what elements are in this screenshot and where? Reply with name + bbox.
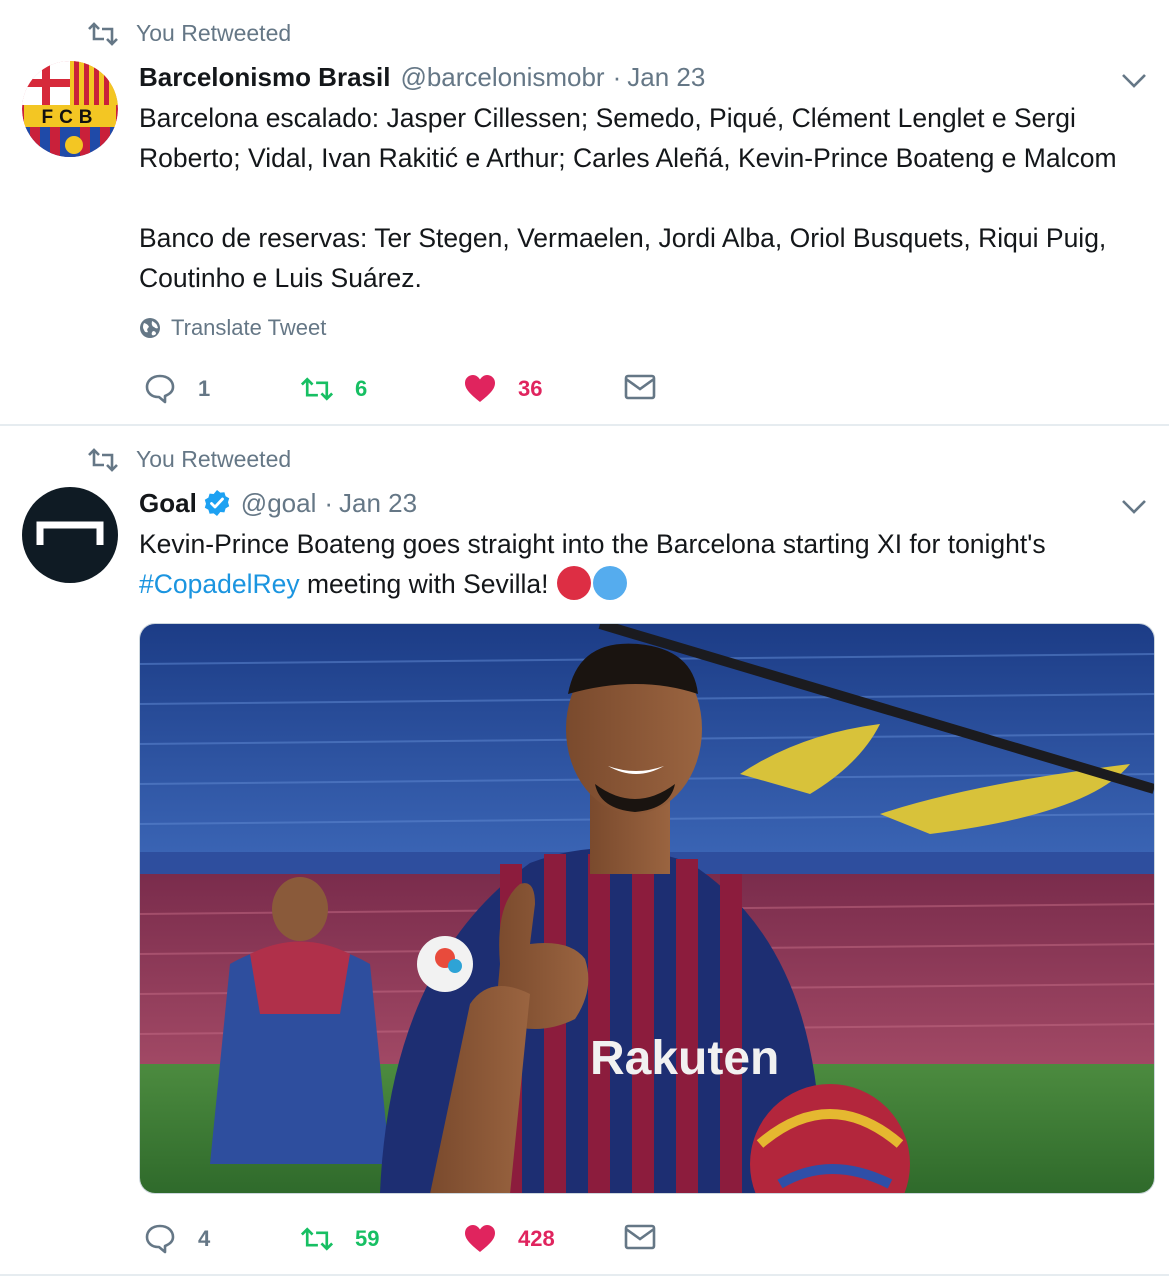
like-count: 428 — [518, 1226, 555, 1251]
display-name[interactable]: Barcelonismo Brasil — [139, 62, 390, 93]
player-thumbs-up-stadium-photo: Rakuten — [140, 624, 1154, 1193]
translate-label: Translate Tweet — [171, 315, 327, 340]
tweet-text: Kevin-Prince Boateng goes straight into … — [139, 524, 1154, 604]
like-count: 36 — [518, 376, 543, 401]
retweet-button[interactable]: 6 — [301, 373, 367, 405]
like-button[interactable]: 36 — [464, 373, 542, 405]
avatar-barcelonismo[interactable]: FCB — [22, 61, 118, 157]
retweet-button[interactable]: 59 — [301, 1223, 379, 1255]
goal-logo-icon — [36, 521, 104, 545]
separator-dot: · — [612, 61, 622, 92]
retweet-context-label: You Retweeted — [136, 446, 292, 472]
tweet-media-photo[interactable]: Rakuten — [139, 623, 1155, 1194]
like-button[interactable]: 428 — [464, 1223, 555, 1255]
display-name[interactable]: Goal — [139, 488, 197, 519]
verified-badge-icon — [204, 490, 229, 516]
retweet-icon — [301, 1227, 333, 1251]
hashtag-link[interactable]: #CopadelRey — [139, 569, 300, 599]
red-circle-icon — [556, 566, 591, 600]
blue-circle-icon — [592, 566, 627, 600]
tweet-header: Barcelonismo Brasil @barcelonismobr · Ja… — [139, 60, 705, 94]
retweet-context-icon — [88, 21, 118, 46]
reply-count: 1 — [198, 376, 211, 401]
reply-button[interactable]: 1 — [144, 373, 210, 405]
reply-icon — [145, 374, 175, 404]
tweet-actions: 4 59 428 — [144, 1223, 664, 1263]
tweet-text-main: Kevin-Prince Boateng goes straight into … — [139, 529, 1046, 559]
retweet-context: You Retweeted — [88, 446, 291, 473]
tweet-actions: 1 6 36 — [144, 373, 664, 413]
reply-button[interactable]: 4 — [144, 1223, 210, 1255]
retweet-count: 59 — [355, 1226, 380, 1251]
retweet-icon — [301, 377, 333, 401]
avatar-crest-text: FCB — [41, 107, 98, 128]
retweet-context-label: You Retweeted — [136, 20, 292, 46]
tweet-date[interactable]: Jan 23 — [339, 488, 417, 519]
direct-message-button[interactable] — [624, 373, 678, 401]
globe-icon — [140, 318, 160, 338]
separator-dot: · — [324, 487, 334, 518]
user-handle[interactable]: @goal — [241, 488, 317, 519]
chevron-down-icon[interactable] — [1121, 72, 1147, 90]
fcb-crest-icon: FCB — [22, 61, 118, 157]
reply-count: 4 — [198, 1226, 211, 1251]
reply-icon — [145, 1224, 175, 1254]
avatar-goal[interactable] — [22, 487, 118, 583]
envelope-icon — [624, 1224, 656, 1250]
translate-tweet-link[interactable]: Translate Tweet — [139, 315, 326, 341]
tweet-divider — [0, 1274, 1169, 1276]
tweet-barcelonismo[interactable]: You Retweeted FCB Barcelonismo Brasil @b… — [0, 0, 1169, 424]
user-handle[interactable]: @barcelonismobr — [400, 62, 604, 93]
retweet-context-icon — [88, 447, 118, 472]
heart-icon — [465, 375, 495, 402]
tweet-date[interactable]: Jan 23 — [627, 62, 705, 93]
chevron-down-icon[interactable] — [1121, 498, 1147, 516]
shirt-sponsor-text: Rakuten — [590, 1032, 779, 1085]
retweet-context: You Retweeted — [88, 20, 291, 47]
heart-icon — [465, 1225, 495, 1252]
tweet-header: Goal @goal · Jan 23 — [139, 486, 417, 520]
retweet-count: 6 — [355, 376, 368, 401]
tweet-text: Barcelona escalado: Jasper Cillessen; Se… — [139, 103, 1117, 293]
direct-message-button[interactable] — [624, 1223, 678, 1251]
tweet-goal[interactable]: You Retweeted Goal @goal · Jan 23 Kevin-… — [0, 426, 1169, 1274]
tweet-text-after: meeting with Sevilla! — [299, 569, 556, 599]
envelope-icon — [624, 374, 656, 400]
